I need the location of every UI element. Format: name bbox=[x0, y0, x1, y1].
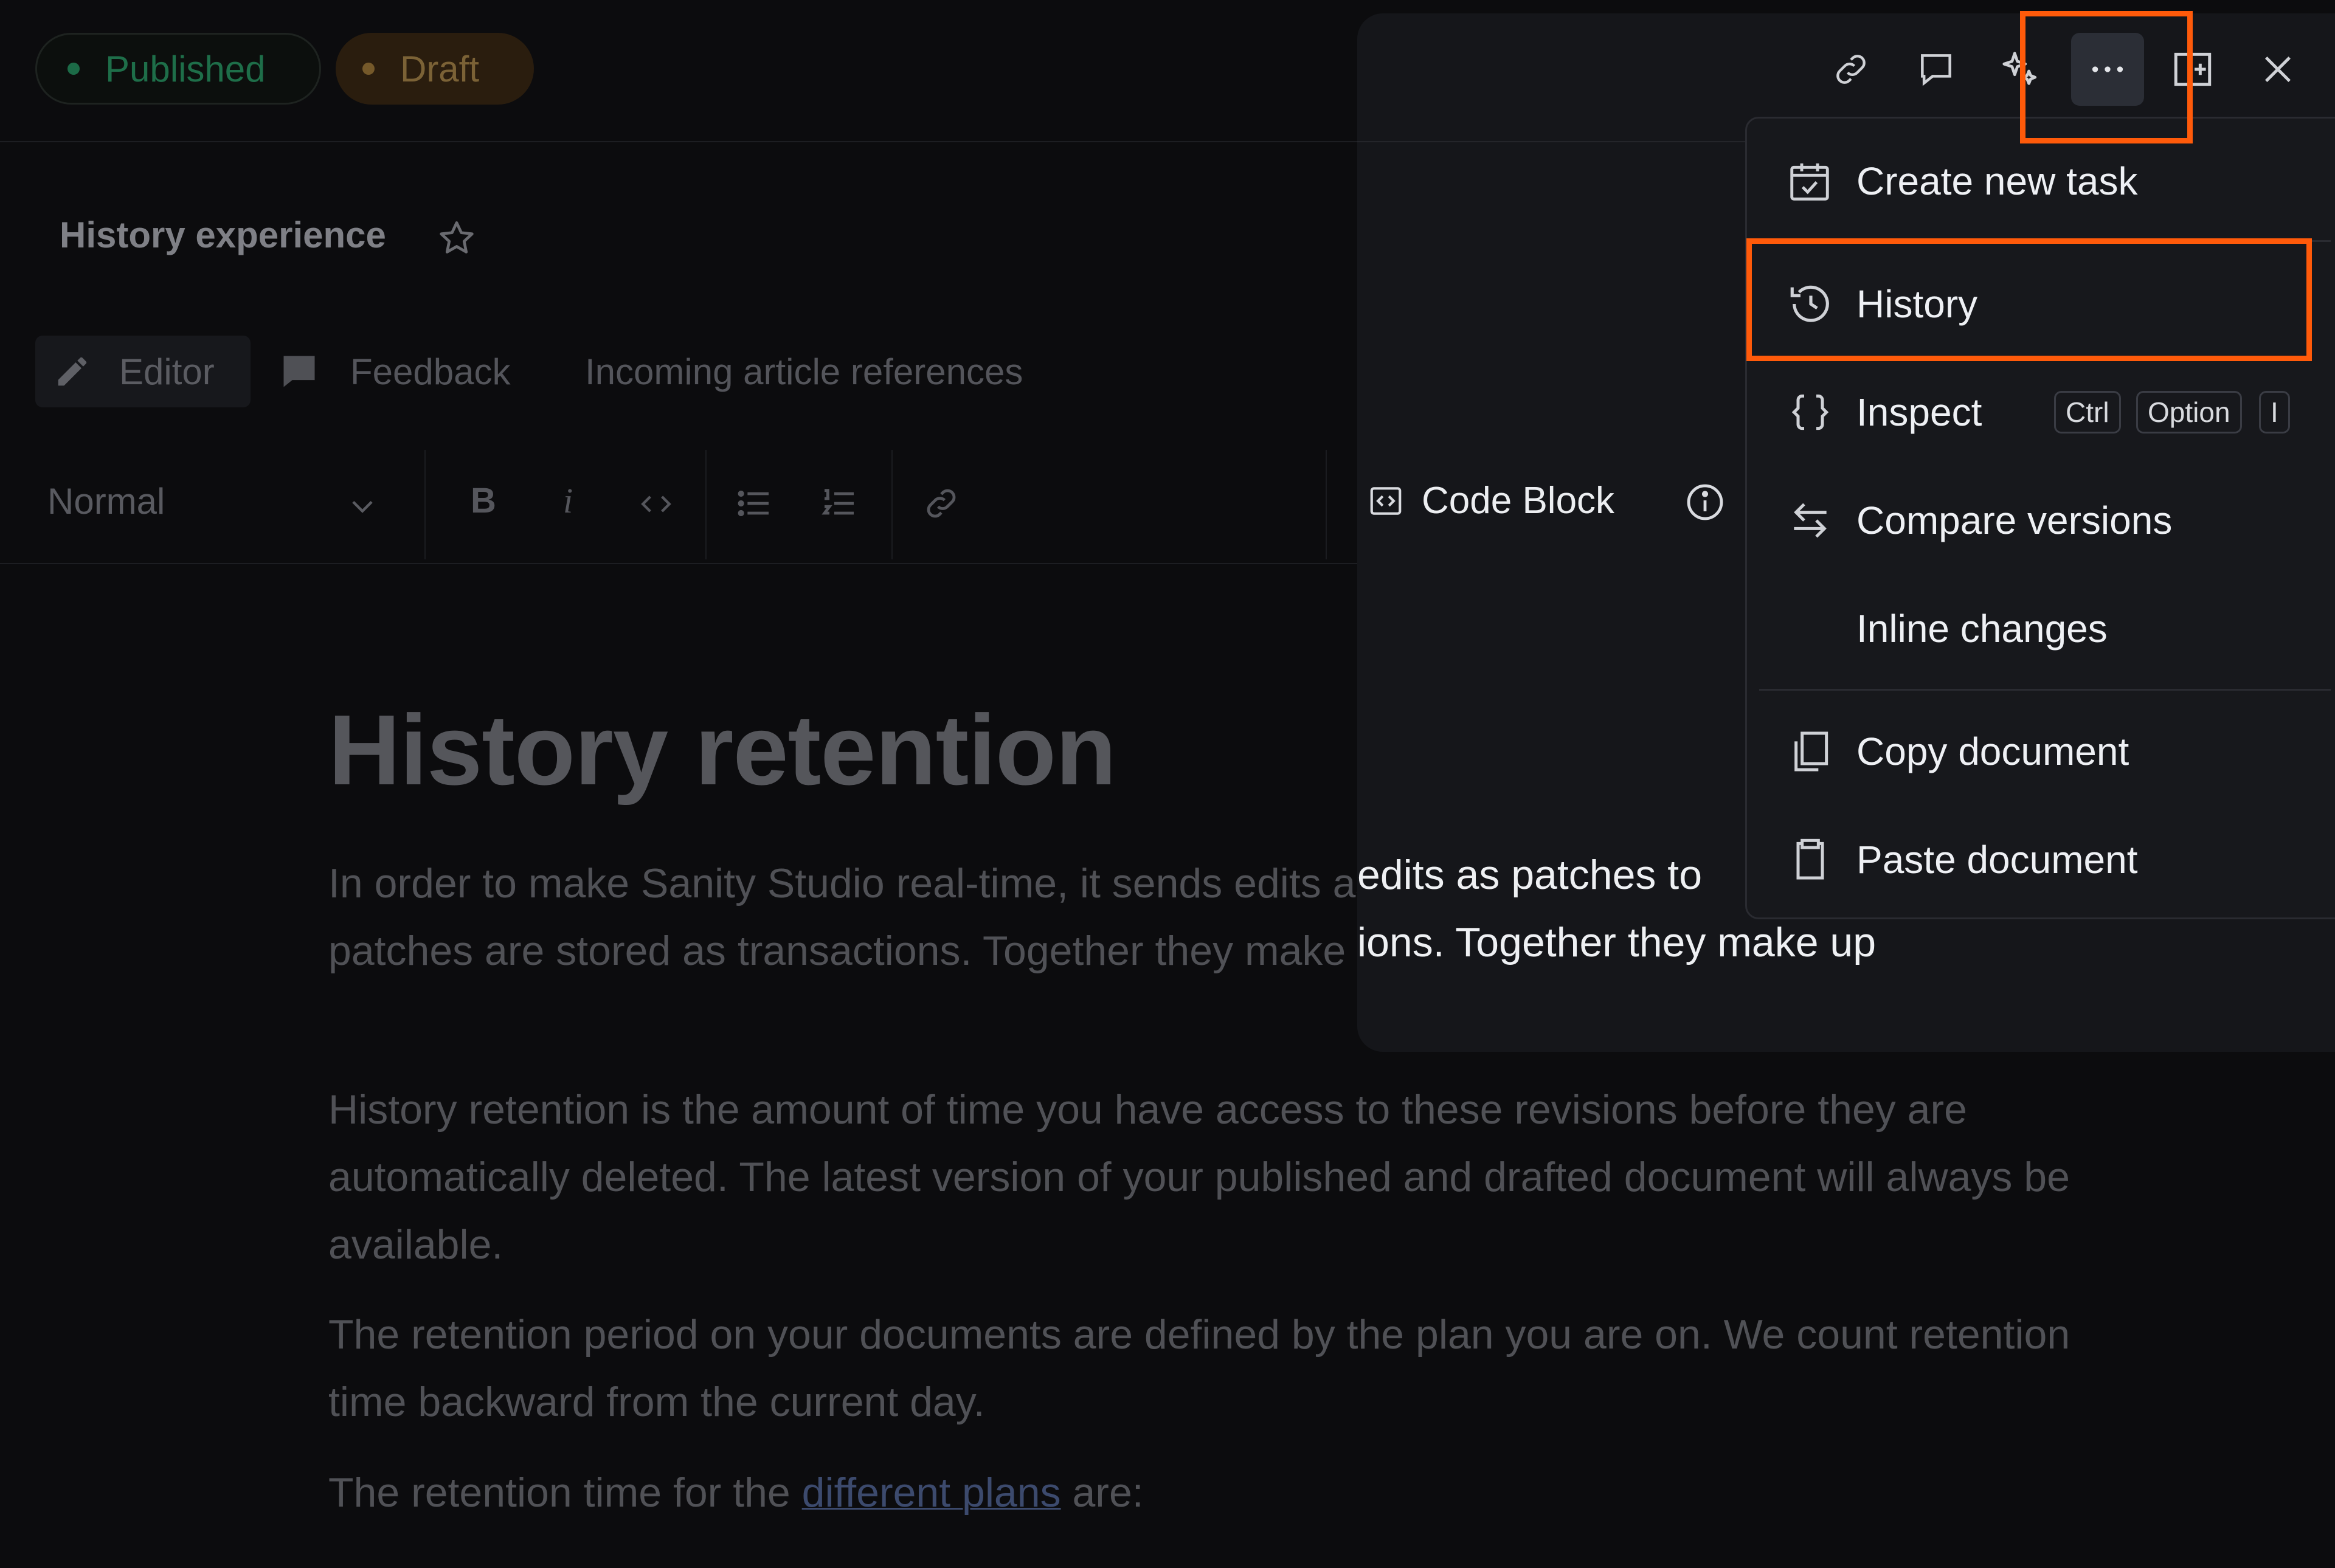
menu-item-copy-document[interactable]: Copy document bbox=[1747, 700, 2335, 803]
comment-icon bbox=[283, 356, 315, 387]
article-paragraph[interactable]: The retention period on your documents a… bbox=[328, 1301, 2092, 1436]
article-paragraph[interactable]: History retention is the amount of time … bbox=[328, 1076, 2092, 1279]
braces-icon bbox=[1791, 394, 1829, 430]
draft-label: Draft bbox=[400, 48, 480, 89]
editor-toolbar bbox=[0, 443, 1357, 564]
link-icon[interactable] bbox=[922, 484, 961, 523]
menu-item-label: Compare versions bbox=[1856, 499, 2173, 542]
close-pane-button[interactable] bbox=[2241, 33, 2314, 106]
menu-divider bbox=[1759, 689, 2331, 691]
bullet-list-icon[interactable] bbox=[735, 484, 773, 523]
toolbar-divider bbox=[705, 450, 707, 559]
status-bar: Published Draft bbox=[0, 0, 1357, 142]
published-label: Published bbox=[105, 48, 266, 89]
chevron-down-icon[interactable] bbox=[347, 490, 378, 522]
copy-link-button[interactable] bbox=[1814, 33, 1887, 106]
numbered-list-icon[interactable] bbox=[820, 484, 859, 523]
toolbar-divider bbox=[1326, 450, 1327, 559]
document-actions-menu: Create new task History Inspect Ctrl Opt… bbox=[1745, 117, 2335, 919]
paragraph-text: are: bbox=[1072, 1470, 1144, 1516]
menu-item-create-task[interactable]: Create new task bbox=[1747, 130, 2335, 233]
code-block-label: Code Block bbox=[1422, 480, 1615, 522]
inline-code-icon[interactable] bbox=[638, 486, 674, 522]
close-icon bbox=[2264, 56, 2291, 83]
shortcut-key: Ctrl bbox=[2054, 391, 2121, 433]
tab-incoming-references[interactable]: Incoming article references bbox=[585, 336, 1023, 407]
tab-feedback[interactable]: Feedback bbox=[278, 336, 511, 407]
tab-editor[interactable]: Editor bbox=[35, 336, 251, 407]
article-paragraph[interactable]: The retention time for the different pla… bbox=[328, 1459, 2092, 1527]
comments-button[interactable] bbox=[1900, 33, 1973, 106]
code-block-button[interactable]: Code Block bbox=[1367, 479, 1614, 522]
tab-editor-label: Editor bbox=[119, 351, 215, 392]
bold-button[interactable]: B bbox=[471, 480, 496, 521]
published-badge[interactable]: Published bbox=[35, 33, 321, 105]
italic-button[interactable]: i bbox=[563, 480, 573, 521]
menu-item-label: Create new task bbox=[1856, 159, 2138, 203]
menu-item-label: Inline changes bbox=[1856, 607, 2108, 651]
menu-item-label: Copy document bbox=[1856, 730, 2129, 773]
code-block-icon bbox=[1370, 486, 1402, 515]
document-title: History experience bbox=[60, 215, 386, 255]
link-icon bbox=[1836, 55, 1866, 84]
pane-text-line: ions. Together they make up bbox=[1357, 919, 1877, 965]
info-icon[interactable] bbox=[1683, 480, 1727, 524]
comment-icon bbox=[1921, 54, 1951, 86]
published-dot-icon bbox=[67, 63, 80, 75]
paragraph-text: The retention time for the bbox=[328, 1470, 790, 1516]
tab-references-label: Incoming article references bbox=[585, 351, 1023, 392]
tab-feedback-label: Feedback bbox=[350, 351, 511, 392]
shortcut-key: Option bbox=[2136, 391, 2242, 433]
article-heading[interactable]: History retention bbox=[328, 693, 1116, 807]
compare-arrows-icon bbox=[1794, 503, 1827, 538]
menu-item-label: Paste document bbox=[1856, 838, 2138, 882]
star-icon[interactable] bbox=[435, 217, 478, 260]
menu-item-label: Inspect bbox=[1856, 390, 1982, 434]
draft-badge[interactable]: Draft bbox=[336, 33, 534, 105]
pencil-icon bbox=[58, 357, 87, 386]
draft-dot-icon bbox=[362, 63, 375, 75]
clipboard-icon bbox=[1796, 838, 1824, 880]
toolbar-divider bbox=[891, 450, 893, 559]
highlight-more-options bbox=[2020, 11, 2193, 143]
different-plans-link[interactable]: different plans bbox=[802, 1470, 1061, 1516]
block-style-select[interactable]: Normal bbox=[47, 480, 165, 522]
highlight-history-item bbox=[1746, 238, 2312, 361]
menu-item-paste-document[interactable]: Paste document bbox=[1747, 808, 2335, 911]
menu-item-inspect[interactable]: Inspect Ctrl Option I bbox=[1747, 361, 2335, 464]
menu-item-compare-versions[interactable]: Compare versions bbox=[1747, 469, 2335, 572]
copy-icon bbox=[1794, 731, 1828, 772]
shortcut-key: I bbox=[2259, 391, 2290, 433]
toolbar-divider bbox=[424, 450, 426, 559]
menu-item-inline-changes[interactable]: Inline changes bbox=[1747, 577, 2335, 680]
calendar-check-icon bbox=[1790, 163, 1829, 201]
